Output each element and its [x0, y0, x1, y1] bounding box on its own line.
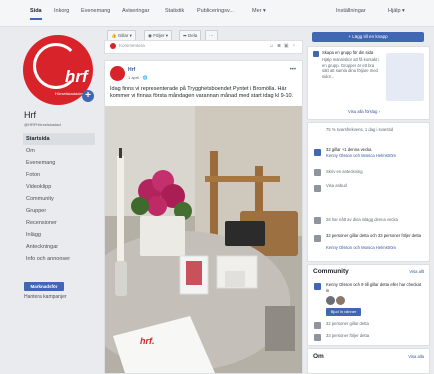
logo-text: hrf [65, 67, 88, 86]
page-top-nav: Sida Inkorg Evenemang Aviseringar Statis… [0, 0, 434, 27]
community-invite-text: Kenny Olsson och 9 till gillar detta ell… [326, 282, 421, 293]
reach-icon [314, 217, 321, 224]
likes-names[interactable]: Kenny Olsson och Monica Helmström [326, 153, 396, 159]
group-suggestion-text: Hjälp människor att få kontakt i en grup… [322, 57, 380, 79]
total-follows: 33 personer följer detta [326, 333, 370, 338]
post-reach: 26 har nått av dina inlägg denna vecka [326, 217, 398, 222]
comment-composer[interactable]: Kommentera ☺ ◙ ▣ ◔ [104, 40, 303, 54]
sidebar-item-notes[interactable]: Anteckningar [23, 241, 95, 253]
brochure-logo: hrf. [140, 336, 155, 346]
post-timestamp[interactable]: 1 april · 🌐 [128, 75, 147, 80]
sidebar-item-community[interactable]: Community [23, 193, 95, 205]
photo-illustration: hrf. [105, 106, 302, 373]
post-author[interactable]: Hrf [128, 67, 135, 73]
group-icon [313, 51, 319, 57]
tab-inbox[interactable]: Inkorg [54, 8, 69, 14]
total-likes: 32 personer gillar detta [326, 321, 369, 326]
invite-friends-button[interactable]: Bjud in vänner [326, 308, 361, 316]
friends-like-names[interactable]: Kenny Olsson och Monica Helmström [326, 245, 396, 251]
community-title: Community [313, 268, 349, 275]
people-icon [314, 235, 321, 242]
help-link[interactable]: Hjälp ▾ [388, 8, 405, 14]
thumbs-up-icon: 👍 [111, 33, 118, 38]
friend-avatar[interactable] [336, 296, 345, 305]
friend-avatar[interactable] [326, 296, 335, 305]
emoji-icon[interactable]: ☺ ◙ ▣ ◔ [269, 43, 296, 49]
sidebar-item-photos[interactable]: Foton [23, 169, 95, 181]
sidebar-item-posts[interactable]: Inlägg [23, 229, 95, 241]
manage-campaigns-link[interactable]: Hantera kampanjer [24, 294, 67, 300]
post-card: Hrf 1 april · 🌐 ••• Idag finns vi repres… [104, 60, 303, 374]
sidebar-item-reviews[interactable]: Recensioner [23, 217, 95, 229]
page-stats-card: 75 % svarsfrekvens, 1 dag i svarstid 32 … [307, 122, 430, 262]
sidebar-nav: Startsida Om Evenemang Foton Videoklipp … [23, 133, 95, 265]
post-photo[interactable]: hrf. [105, 106, 302, 373]
settings-link[interactable]: Inställningar [336, 8, 366, 14]
likes-icon [314, 149, 321, 156]
post-author-avatar[interactable] [110, 66, 125, 81]
page-handle[interactable]: @HRFHörselskadad [24, 122, 61, 127]
see-all-suggestions-link[interactable]: Visa alla förslag › [348, 109, 380, 115]
about-title: Om [313, 353, 324, 360]
about-see-all-link[interactable]: Visa alla [408, 354, 424, 360]
promote-button[interactable]: Marknadsför [24, 282, 64, 291]
sidebar-item-home[interactable]: Startsida [23, 133, 95, 145]
note-icon [314, 169, 321, 176]
sidebar-item-ads-info[interactable]: Info och annonser [23, 253, 95, 265]
sidebar-item-groups[interactable]: Grupper [23, 205, 95, 217]
share-page-label: Dela [188, 33, 198, 38]
logo-subtext: Hörselskadades [55, 91, 84, 96]
post-options-icon[interactable]: ••• [290, 67, 296, 73]
thumbs-up-icon [314, 322, 321, 329]
likes-this-week: 32 gillar +1 denna vecka [326, 147, 372, 152]
likes-follows-summary: 32 personer gillar detta och 33 personer… [326, 233, 421, 238]
tab-notifications[interactable]: Aviseringar [122, 8, 149, 14]
tab-publishing-tools[interactable]: Publiceringsv... [197, 8, 234, 14]
group-illustration [386, 53, 424, 101]
sidebar-item-events[interactable]: Evenemang [23, 157, 95, 169]
tab-events[interactable]: Evenemang [81, 8, 110, 14]
friends-icon [314, 283, 321, 290]
offer-icon [314, 185, 321, 192]
add-button[interactable]: + Lägg till en knapp [312, 32, 424, 42]
response-rate: 75 % svarsfrekvens, 1 dag i svarstid [326, 127, 394, 132]
sidebar-item-about[interactable]: Om [23, 145, 95, 157]
community-card: Community Visa allt Kenny Olsson och 9 t… [307, 264, 430, 346]
follow-icon [314, 334, 321, 341]
group-suggestion-title: Skapa en grupp för din sida [322, 50, 374, 55]
tab-insights[interactable]: Statistik [165, 8, 184, 14]
like-page-label: Gillar ▾ [117, 33, 132, 38]
create-group-card: Skapa en grupp för din sida Hjälp männis… [307, 46, 430, 120]
sidebar-item-videos[interactable]: Videoklipp [23, 181, 95, 193]
tab-more[interactable]: Mer ▾ [252, 8, 266, 14]
community-see-all-link[interactable]: Visa allt [409, 269, 424, 275]
tab-page[interactable]: Sida [30, 8, 42, 20]
follow-page-label: Följer ▾ [153, 33, 168, 38]
composer-avatar [110, 43, 116, 49]
add-photo-icon[interactable]: + [82, 90, 94, 102]
about-card: Om Visa alla [307, 348, 430, 374]
page-name[interactable]: Hrf [24, 110, 36, 120]
write-note[interactable]: Skriv en anteckning [326, 169, 363, 175]
view-offers[interactable]: Visa anbud [326, 183, 347, 189]
post-text: Idag finns vi representerade på Trygghet… [110, 86, 294, 99]
comment-placeholder[interactable]: Kommentera [119, 43, 145, 48]
